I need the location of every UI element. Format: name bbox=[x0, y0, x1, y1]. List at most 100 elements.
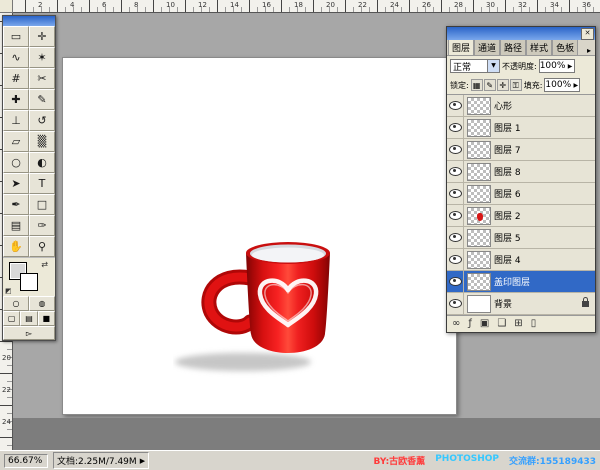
standard-screen-mode-button[interactable]: ▢ bbox=[3, 311, 20, 326]
standard-mode-button[interactable]: ○ bbox=[3, 296, 29, 311]
slice-tool[interactable]: ✂ bbox=[29, 68, 55, 89]
dodge-tool[interactable]: ◐ bbox=[29, 152, 55, 173]
new-group-icon[interactable]: ❑ bbox=[497, 317, 506, 331]
palette-titlebar[interactable]: ✕ bbox=[447, 27, 595, 40]
lock-image-pixels-icon[interactable]: ✎ bbox=[484, 79, 496, 91]
magic-wand-tool[interactable]: ✶ bbox=[29, 47, 55, 68]
mug-illustration bbox=[173, 228, 363, 378]
ruler-origin-box[interactable] bbox=[0, 0, 13, 13]
visibility-toggle[interactable] bbox=[447, 139, 464, 160]
visibility-toggle[interactable] bbox=[447, 293, 464, 314]
crop-tool[interactable]: # bbox=[3, 68, 29, 89]
palette-tab-2[interactable]: 路径 bbox=[500, 40, 526, 55]
visibility-toggle[interactable] bbox=[447, 205, 464, 226]
toolbox-titlebar[interactable] bbox=[3, 16, 55, 26]
jump-to-imageready-button[interactable]: ▻ bbox=[3, 326, 55, 340]
layer-row[interactable]: 图层 8 bbox=[447, 161, 595, 183]
photoshop-window: 24681012141618202224262830323436 2468101… bbox=[0, 0, 600, 470]
toolbox-palette: ▭✛∿✶#✂✚✎⊥↺▱▒○◐➤T✒□▤✑✋⚲ ⇄ ◩ ○◍ ▢▤■ ▻ bbox=[2, 15, 56, 341]
eye-icon bbox=[449, 233, 462, 242]
blend-mode-select[interactable]: 正常 ▼ bbox=[450, 59, 500, 73]
lock-icon bbox=[582, 301, 589, 307]
palette-tab-1[interactable]: 通道 bbox=[474, 40, 500, 55]
lock-label: 锁定: bbox=[450, 80, 469, 91]
visibility-toggle[interactable] bbox=[447, 183, 464, 204]
document-canvas[interactable] bbox=[62, 57, 457, 415]
swap-colors-icon[interactable]: ⇄ bbox=[41, 260, 48, 269]
link-layers-icon[interactable]: ∞ bbox=[452, 317, 460, 331]
eye-icon bbox=[449, 255, 462, 264]
magic-wand-tool-icon: ✶ bbox=[37, 51, 46, 64]
visibility-toggle[interactable] bbox=[447, 95, 464, 116]
move-tool[interactable]: ✛ bbox=[29, 26, 55, 47]
ruler-tick-label: 34 bbox=[550, 1, 559, 9]
healing-brush-tool[interactable]: ✚ bbox=[3, 89, 29, 110]
type-tool[interactable]: T bbox=[29, 173, 55, 194]
history-brush-tool[interactable]: ↺ bbox=[29, 110, 55, 131]
layer-row[interactable]: 图层 5 bbox=[447, 227, 595, 249]
palette-tab-3[interactable]: 样式 bbox=[526, 40, 552, 55]
zoom-tool[interactable]: ⚲ bbox=[29, 236, 55, 257]
background-color-swatch[interactable] bbox=[20, 273, 38, 291]
fill-spinner-icon[interactable]: ▶ bbox=[572, 82, 579, 89]
layer-row[interactable]: 图层 2 bbox=[447, 205, 595, 227]
ruler-tick-label: 20 bbox=[2, 354, 11, 362]
layer-thumbnail bbox=[467, 97, 491, 115]
visibility-toggle[interactable] bbox=[447, 227, 464, 248]
chevron-down-icon: ▼ bbox=[487, 60, 499, 72]
layer-row[interactable]: 图层 4 bbox=[447, 249, 595, 271]
blur-tool[interactable]: ○ bbox=[3, 152, 29, 173]
notes-tool[interactable]: ▤ bbox=[3, 215, 29, 236]
layer-mask-icon[interactable]: ▣ bbox=[480, 317, 489, 331]
palette-tab-4[interactable]: 色板 bbox=[552, 40, 578, 55]
layer-thumbnail bbox=[467, 141, 491, 159]
imageready-icon: ▻ bbox=[26, 329, 32, 338]
opacity-spinner-icon[interactable]: ▶ bbox=[566, 63, 573, 70]
fullscreen-button[interactable]: ■ bbox=[38, 311, 55, 326]
delete-layer-icon[interactable]: ▯ bbox=[531, 317, 537, 331]
layer-row[interactable]: 背景 bbox=[447, 293, 595, 315]
pen-tool[interactable]: ✒ bbox=[3, 194, 29, 215]
path-selection-tool-icon: ➤ bbox=[11, 177, 20, 190]
clone-stamp-tool[interactable]: ⊥ bbox=[3, 110, 29, 131]
visibility-toggle[interactable] bbox=[447, 271, 464, 292]
layer-name: 图层 7 bbox=[494, 143, 595, 156]
lasso-tool[interactable]: ∿ bbox=[3, 47, 29, 68]
ruler-tick-label: 24 bbox=[2, 418, 11, 426]
layer-row[interactable]: 图层 6 bbox=[447, 183, 595, 205]
visibility-toggle[interactable] bbox=[447, 249, 464, 270]
lock-transparent-pixels-icon[interactable]: ▦ bbox=[471, 79, 483, 91]
brush-tool[interactable]: ✎ bbox=[29, 89, 55, 110]
rectangular-marquee-tool[interactable]: ▭ bbox=[3, 26, 29, 47]
shape-tool[interactable]: □ bbox=[29, 194, 55, 215]
fill-input[interactable]: 100% ▶ bbox=[544, 78, 580, 92]
layer-thumbnail bbox=[467, 295, 491, 313]
lock-all-icon[interactable]: ⚿ bbox=[510, 79, 522, 91]
path-selection-tool[interactable]: ➤ bbox=[3, 173, 29, 194]
hand-tool[interactable]: ✋ bbox=[3, 236, 29, 257]
layer-row[interactable]: 图层 1 bbox=[447, 117, 595, 139]
visibility-toggle[interactable] bbox=[447, 161, 464, 182]
eye-icon bbox=[449, 123, 462, 132]
eyedropper-tool[interactable]: ✑ bbox=[29, 215, 55, 236]
quick-mask-mode-button[interactable]: ◍ bbox=[29, 296, 55, 311]
palette-menu-icon[interactable]: ▸ bbox=[583, 46, 595, 55]
new-layer-icon[interactable]: ⊞ bbox=[514, 317, 522, 331]
layer-style-icon[interactable]: ƒ bbox=[468, 317, 472, 331]
lock-position-icon[interactable]: ✛ bbox=[497, 79, 509, 91]
close-icon[interactable]: ✕ bbox=[581, 28, 594, 40]
layer-row[interactable]: 盖印图层 bbox=[447, 271, 595, 293]
blend-mode-row: 正常 ▼ 不透明度: 100% ▶ bbox=[447, 56, 595, 76]
eraser-tool[interactable]: ▱ bbox=[3, 131, 29, 152]
fullscreen-with-menu-button[interactable]: ▤ bbox=[20, 311, 37, 326]
default-colors-icon[interactable]: ◩ bbox=[5, 287, 12, 295]
layer-row[interactable]: 心形 bbox=[447, 95, 595, 117]
layer-row[interactable]: 图层 7 bbox=[447, 139, 595, 161]
visibility-toggle[interactable] bbox=[447, 117, 464, 138]
status-menu-arrow-icon[interactable]: ▶ bbox=[140, 457, 145, 465]
palette-tab-0[interactable]: 图层 bbox=[448, 40, 474, 55]
opacity-input[interactable]: 100% ▶ bbox=[539, 59, 575, 73]
gradient-tool[interactable]: ▒ bbox=[29, 131, 55, 152]
ruler-tick-label: 18 bbox=[294, 1, 303, 9]
zoom-level-input[interactable]: 66.67% bbox=[4, 454, 48, 468]
